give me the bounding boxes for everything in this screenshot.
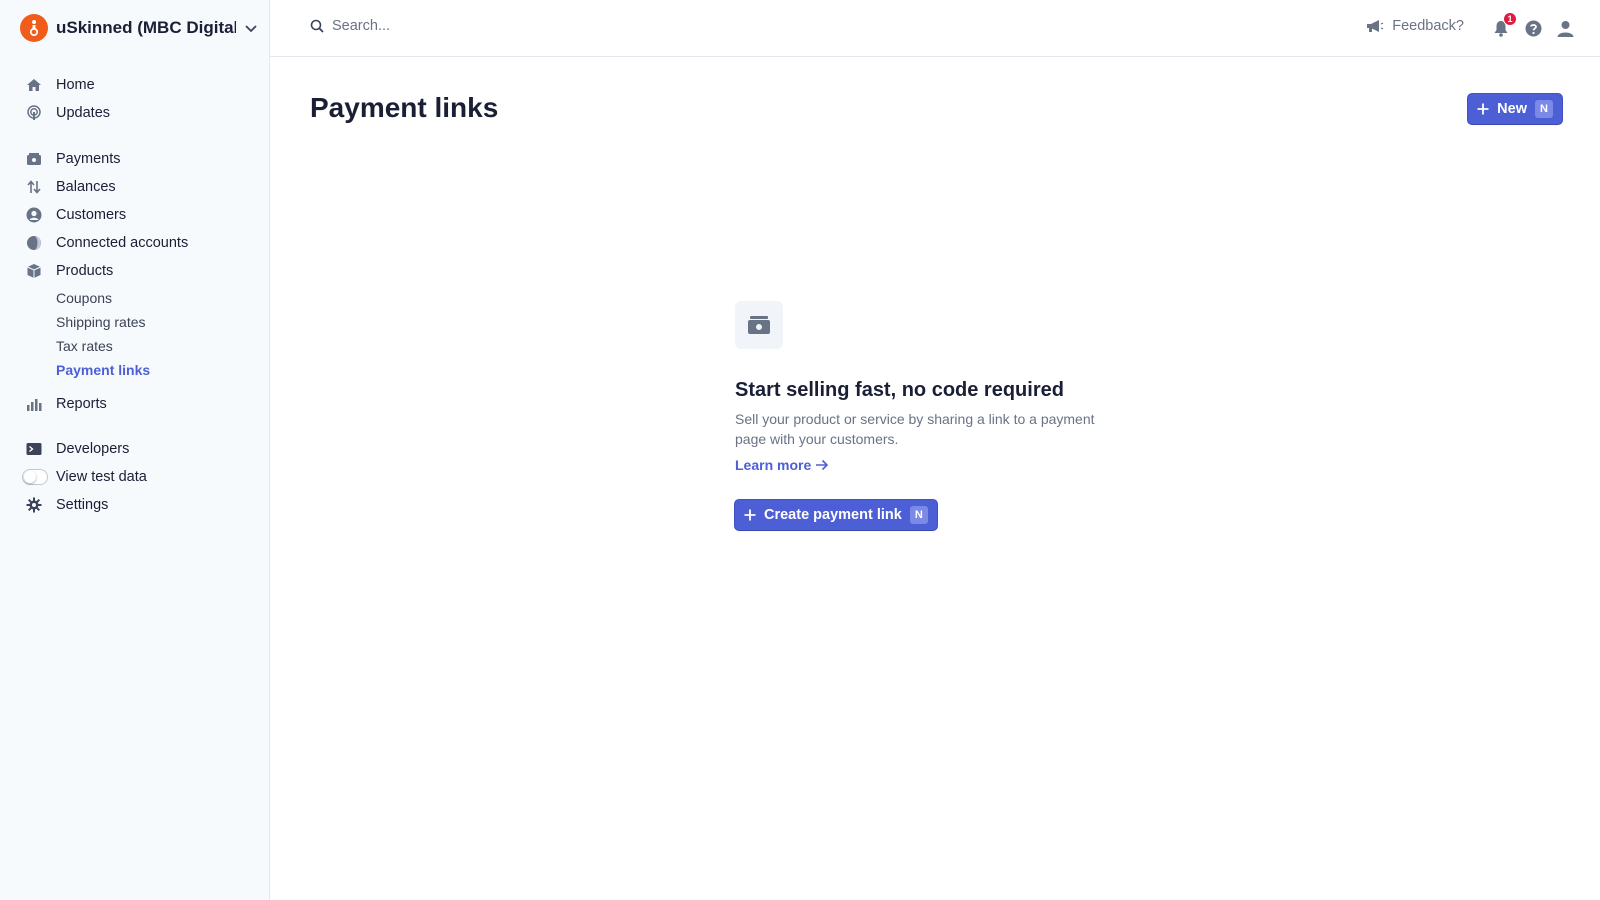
sidebar-item-label: Settings [56,497,109,513]
sidebar-item-label: Home [56,77,95,93]
test-data-switch[interactable] [22,469,48,485]
sidebar-item-label: Connected accounts [56,235,189,251]
top-bar: Search... Feedback? 1 [270,0,1600,57]
feedback-button[interactable]: Feedback? [1366,18,1464,34]
sidebar-item-products[interactable]: Products [24,259,113,283]
help-button[interactable] [1522,17,1544,39]
sidebar-item-label: Reports [56,396,107,412]
sidebar-item-label: Customers [56,207,127,223]
view-test-data-toggle[interactable]: View test data [22,465,147,489]
notification-badge: 1 [1503,12,1517,26]
sidebar-item-updates[interactable]: Updates [24,101,110,125]
search-placeholder: Search... [332,18,391,34]
sidebar-subitem-label: Shipping rates [56,314,146,330]
empty-state-description: Sell your product or service by sharing … [735,411,1095,447]
chevron-down-icon [244,21,258,35]
account-name: uSkinned (MBC Digital... [56,18,236,37]
search-input[interactable]: Search... [310,18,390,34]
account-menu-button[interactable] [1554,17,1576,39]
plus-icon [744,509,756,521]
sidebar: uSkinned (MBC Digital... Home Updates Pa… [0,0,270,900]
new-button-label: New [1497,101,1527,117]
sidebar-item-developers[interactable]: Developers [24,437,129,461]
create-button-label: Create payment link [764,507,902,523]
empty-state-title: Start selling fast, no code required [735,379,1064,401]
feedback-label: Feedback? [1392,18,1464,34]
sidebar-subitem-tax-rates[interactable]: Tax rates [56,335,113,357]
page-title: Payment links [310,92,499,123]
globe-icon [24,233,44,253]
home-icon [24,75,44,95]
payment-link-icon [735,301,783,349]
account-switcher[interactable]: uSkinned (MBC Digital... [20,13,260,43]
broadcast-icon [24,103,44,123]
sidebar-item-label: Balances [56,179,116,195]
sidebar-item-label: Updates [56,105,111,121]
sidebar-item-label: Developers [56,441,130,457]
learn-more-label: Learn more [735,457,812,473]
help-icon [1525,20,1541,36]
sidebar-subitem-shipping-rates[interactable]: Shipping rates [56,311,146,333]
plus-icon [1477,103,1489,115]
arrow-right-icon [815,459,829,471]
sidebar-item-settings[interactable]: Settings [24,493,108,517]
sidebar-subitem-coupons[interactable]: Coupons [56,287,112,309]
gear-icon [24,495,44,515]
sidebar-item-label: View test data [56,469,147,485]
sidebar-item-label: Payments [56,151,121,167]
payments-icon [24,149,44,169]
customer-icon [24,205,44,225]
search-icon [310,19,324,33]
terminal-icon [24,439,44,459]
new-payment-link-button[interactable]: New N [1468,94,1562,124]
sidebar-subitem-payment-links[interactable]: Payment links [56,359,150,381]
box-icon [24,261,44,281]
megaphone-icon [1366,18,1384,34]
account-logo [20,14,48,42]
sidebar-item-reports[interactable]: Reports [24,392,107,416]
balances-icon [24,177,44,197]
sidebar-item-connected-accounts[interactable]: Connected accounts [24,231,188,255]
keyboard-shortcut-badge: N [1535,100,1553,118]
sidebar-subitem-label: Coupons [56,290,113,306]
sidebar-item-label: Products [56,263,114,279]
reports-icon [24,394,44,414]
user-icon [1557,20,1573,37]
create-payment-link-button[interactable]: Create payment link N [735,500,937,530]
sidebar-subitem-label: Tax rates [56,338,113,354]
sidebar-item-customers[interactable]: Customers [24,203,126,227]
sidebar-item-balances[interactable]: Balances [24,175,116,199]
learn-more-link[interactable]: Learn more [735,457,829,473]
notifications-button[interactable]: 1 [1490,12,1517,39]
sidebar-item-home[interactable]: Home [24,73,95,97]
keyboard-shortcut-badge: N [909,506,928,524]
sidebar-item-payments[interactable]: Payments [24,147,120,171]
sidebar-subitem-label: Payment links [56,362,151,378]
